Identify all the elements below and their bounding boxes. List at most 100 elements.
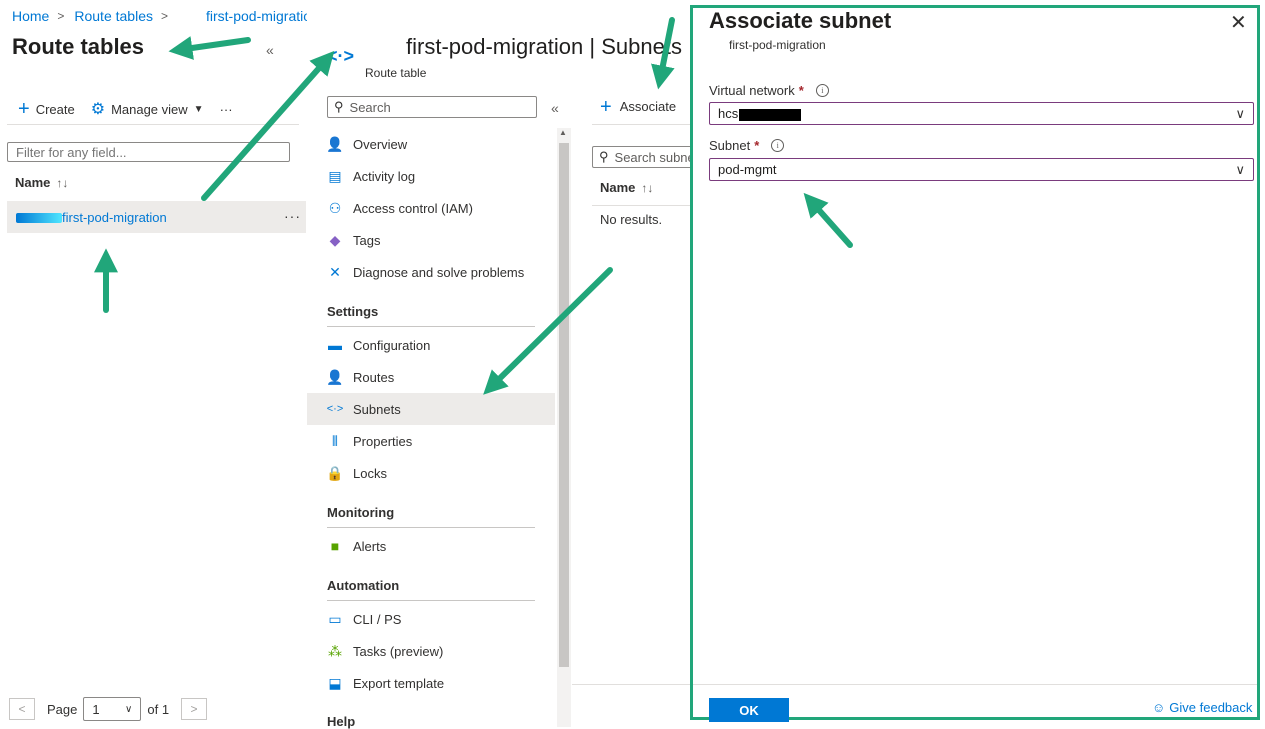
menu-item-locks[interactable]: 🔒 Locks <box>326 457 555 489</box>
search-icon: ⚲ <box>599 149 609 164</box>
menu-item-subnets[interactable]: <·> Subnets <box>307 393 555 425</box>
menu-item-routes[interactable]: 👤 Routes <box>326 361 555 393</box>
feedback-icon: ☺ <box>1152 700 1166 715</box>
subnets-search-input[interactable]: ⚲ Search subnets <box>592 146 702 168</box>
collapse-menu-icon[interactable]: « <box>551 100 559 116</box>
footer-divider <box>572 684 690 685</box>
info-icon[interactable]: i <box>771 139 785 152</box>
properties-icon: ⦀ <box>331 432 339 449</box>
dialog-subtitle: first-pod-migration <box>729 38 826 52</box>
toolbar-divider <box>7 124 299 125</box>
menu-item-label: Diagnose and solve problems <box>353 264 525 280</box>
feedback-label: Give feedback <box>1169 700 1253 715</box>
filter-input[interactable] <box>7 142 290 162</box>
virtual-network-value: hcs <box>718 106 802 121</box>
sort-icon[interactable]: ↑↓ <box>56 176 68 190</box>
subnet-label-text: Subnet <box>709 138 751 153</box>
info-icon[interactable]: i <box>815 84 829 97</box>
dialog-footer-divider <box>693 684 1257 685</box>
tag-icon: ◆ <box>329 231 341 248</box>
left-toolbar: + Create ⚙ Manage view ▼ ··· <box>18 99 249 119</box>
close-icon[interactable]: ✕ <box>1230 10 1247 35</box>
section-divider <box>327 326 535 327</box>
associate-button[interactable]: Associate <box>620 99 676 114</box>
menu-search-input[interactable]: ⚲ Search <box>327 96 537 118</box>
menu-item-label: CLI / PS <box>353 611 402 627</box>
menu-item-label: Alerts <box>353 538 387 554</box>
route-table-name[interactable]: first-pod-migration <box>62 210 167 225</box>
more-button[interactable]: ··· <box>220 102 233 117</box>
subnets-search-placeholder: Search subnets <box>614 149 702 165</box>
subnet-label: Subnet * i <box>709 138 785 153</box>
manage-view-button[interactable]: ⚙ Manage view ▼ <box>91 99 204 119</box>
collapse-left-icon[interactable]: « <box>266 42 274 58</box>
route-table-icon <box>16 212 62 223</box>
section-divider <box>327 600 535 601</box>
no-results-text: No results. <box>600 212 663 227</box>
virtual-network-select[interactable]: hcs ∨ <box>709 102 1254 125</box>
breadcrumb-current[interactable]: first-pod-migration <box>206 8 319 24</box>
create-label: Create <box>35 101 75 117</box>
subnet-value: pod-mgmt <box>718 162 777 177</box>
menu-item-configuration[interactable]: ▬ Configuration <box>327 329 555 361</box>
search-icon: ⚲ <box>334 99 344 114</box>
menu-item-tasks[interactable]: ⁂ Tasks (preview) <box>327 635 555 667</box>
menu-item-activity-log[interactable]: ▤ Activity log <box>327 160 555 192</box>
subnet-select[interactable]: pod-mgmt ∨ <box>709 158 1254 181</box>
menu-item-alerts[interactable]: ■ Alerts <box>327 530 555 562</box>
menu-item-export[interactable]: ⬓ Export template <box>327 667 555 699</box>
page-select[interactable]: 1 ∨ <box>83 697 142 721</box>
pager: < Page 1 ∨ of 1 > <box>9 697 208 721</box>
menu-item-tags[interactable]: ◆ Tags <box>327 224 555 256</box>
menu-item-label: Tags <box>353 232 381 248</box>
menu-item-iam[interactable]: ⚇ Access control (IAM) <box>327 192 555 224</box>
menu-scrollbar-thumb[interactable] <box>559 143 569 667</box>
menu-item-label: Access control (IAM) <box>353 200 473 216</box>
give-feedback-link[interactable]: ☺ Give feedback <box>1152 700 1252 715</box>
name-column-header[interactable]: Name ↑↓ <box>15 175 68 190</box>
menu-item-label: Properties <box>353 433 413 449</box>
prev-page-button[interactable]: < <box>9 698 35 720</box>
activity-log-icon: ▤ <box>328 167 342 184</box>
menu-item-overview[interactable]: 👤 Overview <box>326 128 555 160</box>
of-label: of 1 <box>147 701 170 717</box>
monitoring-section-title: Monitoring <box>327 505 395 520</box>
gear-icon: ⚙ <box>90 101 106 118</box>
plus-icon: + <box>600 95 612 118</box>
chevron-down-icon: ∨ <box>1235 105 1245 121</box>
cli-icon: ▭ <box>328 610 342 627</box>
redaction-block <box>739 108 802 121</box>
chevron-down-icon: ▼ <box>193 103 204 115</box>
menu-item-properties[interactable]: ⦀ Properties <box>327 425 555 457</box>
ok-button[interactable]: OK <box>709 698 789 722</box>
menu-item-label: Configuration <box>353 337 431 353</box>
menu-item-label: Subnets <box>353 401 401 417</box>
menu-item-label: Tasks (preview) <box>353 643 444 659</box>
breadcrumb-route-tables[interactable]: Route tables <box>74 8 153 24</box>
menu-item-cli[interactable]: ▭ CLI / PS <box>327 603 555 635</box>
lock-icon: 🔒 <box>326 464 344 481</box>
iam-icon: ⚇ <box>328 199 342 216</box>
menu-item-label: Overview <box>353 136 408 152</box>
subnets-name-column[interactable]: Name ↑↓ <box>600 180 653 195</box>
wrench-icon: ✕ <box>329 263 341 280</box>
create-button[interactable]: + Create <box>18 99 75 119</box>
menu-item-diagnose[interactable]: ✕ Diagnose and solve problems <box>327 256 555 288</box>
next-page-button[interactable]: > <box>181 698 208 720</box>
menu-item-label: Locks <box>353 465 387 481</box>
route-table-resource-icon: <·> <box>327 46 355 66</box>
row-more-button[interactable]: ··· <box>284 208 301 224</box>
dialog-title: Associate subnet <box>709 8 892 33</box>
breadcrumb-home[interactable]: Home <box>12 8 49 24</box>
required-marker: * <box>754 138 760 153</box>
sort-icon[interactable]: ↑↓ <box>641 181 653 195</box>
scroll-up-icon[interactable]: ▲ <box>559 128 567 137</box>
routes-icon: 👤 <box>326 368 344 385</box>
subnets-name-label: Name <box>600 180 636 195</box>
configuration-icon: ▬ <box>328 337 342 353</box>
resource-subtitle: Route table <box>365 66 427 80</box>
content-toolbar: + Associate <box>600 95 676 118</box>
route-table-link[interactable]: first-pod-migration <box>16 210 167 225</box>
arrow-to-page-title <box>168 36 251 60</box>
menu-search-placeholder: Search <box>349 99 391 115</box>
